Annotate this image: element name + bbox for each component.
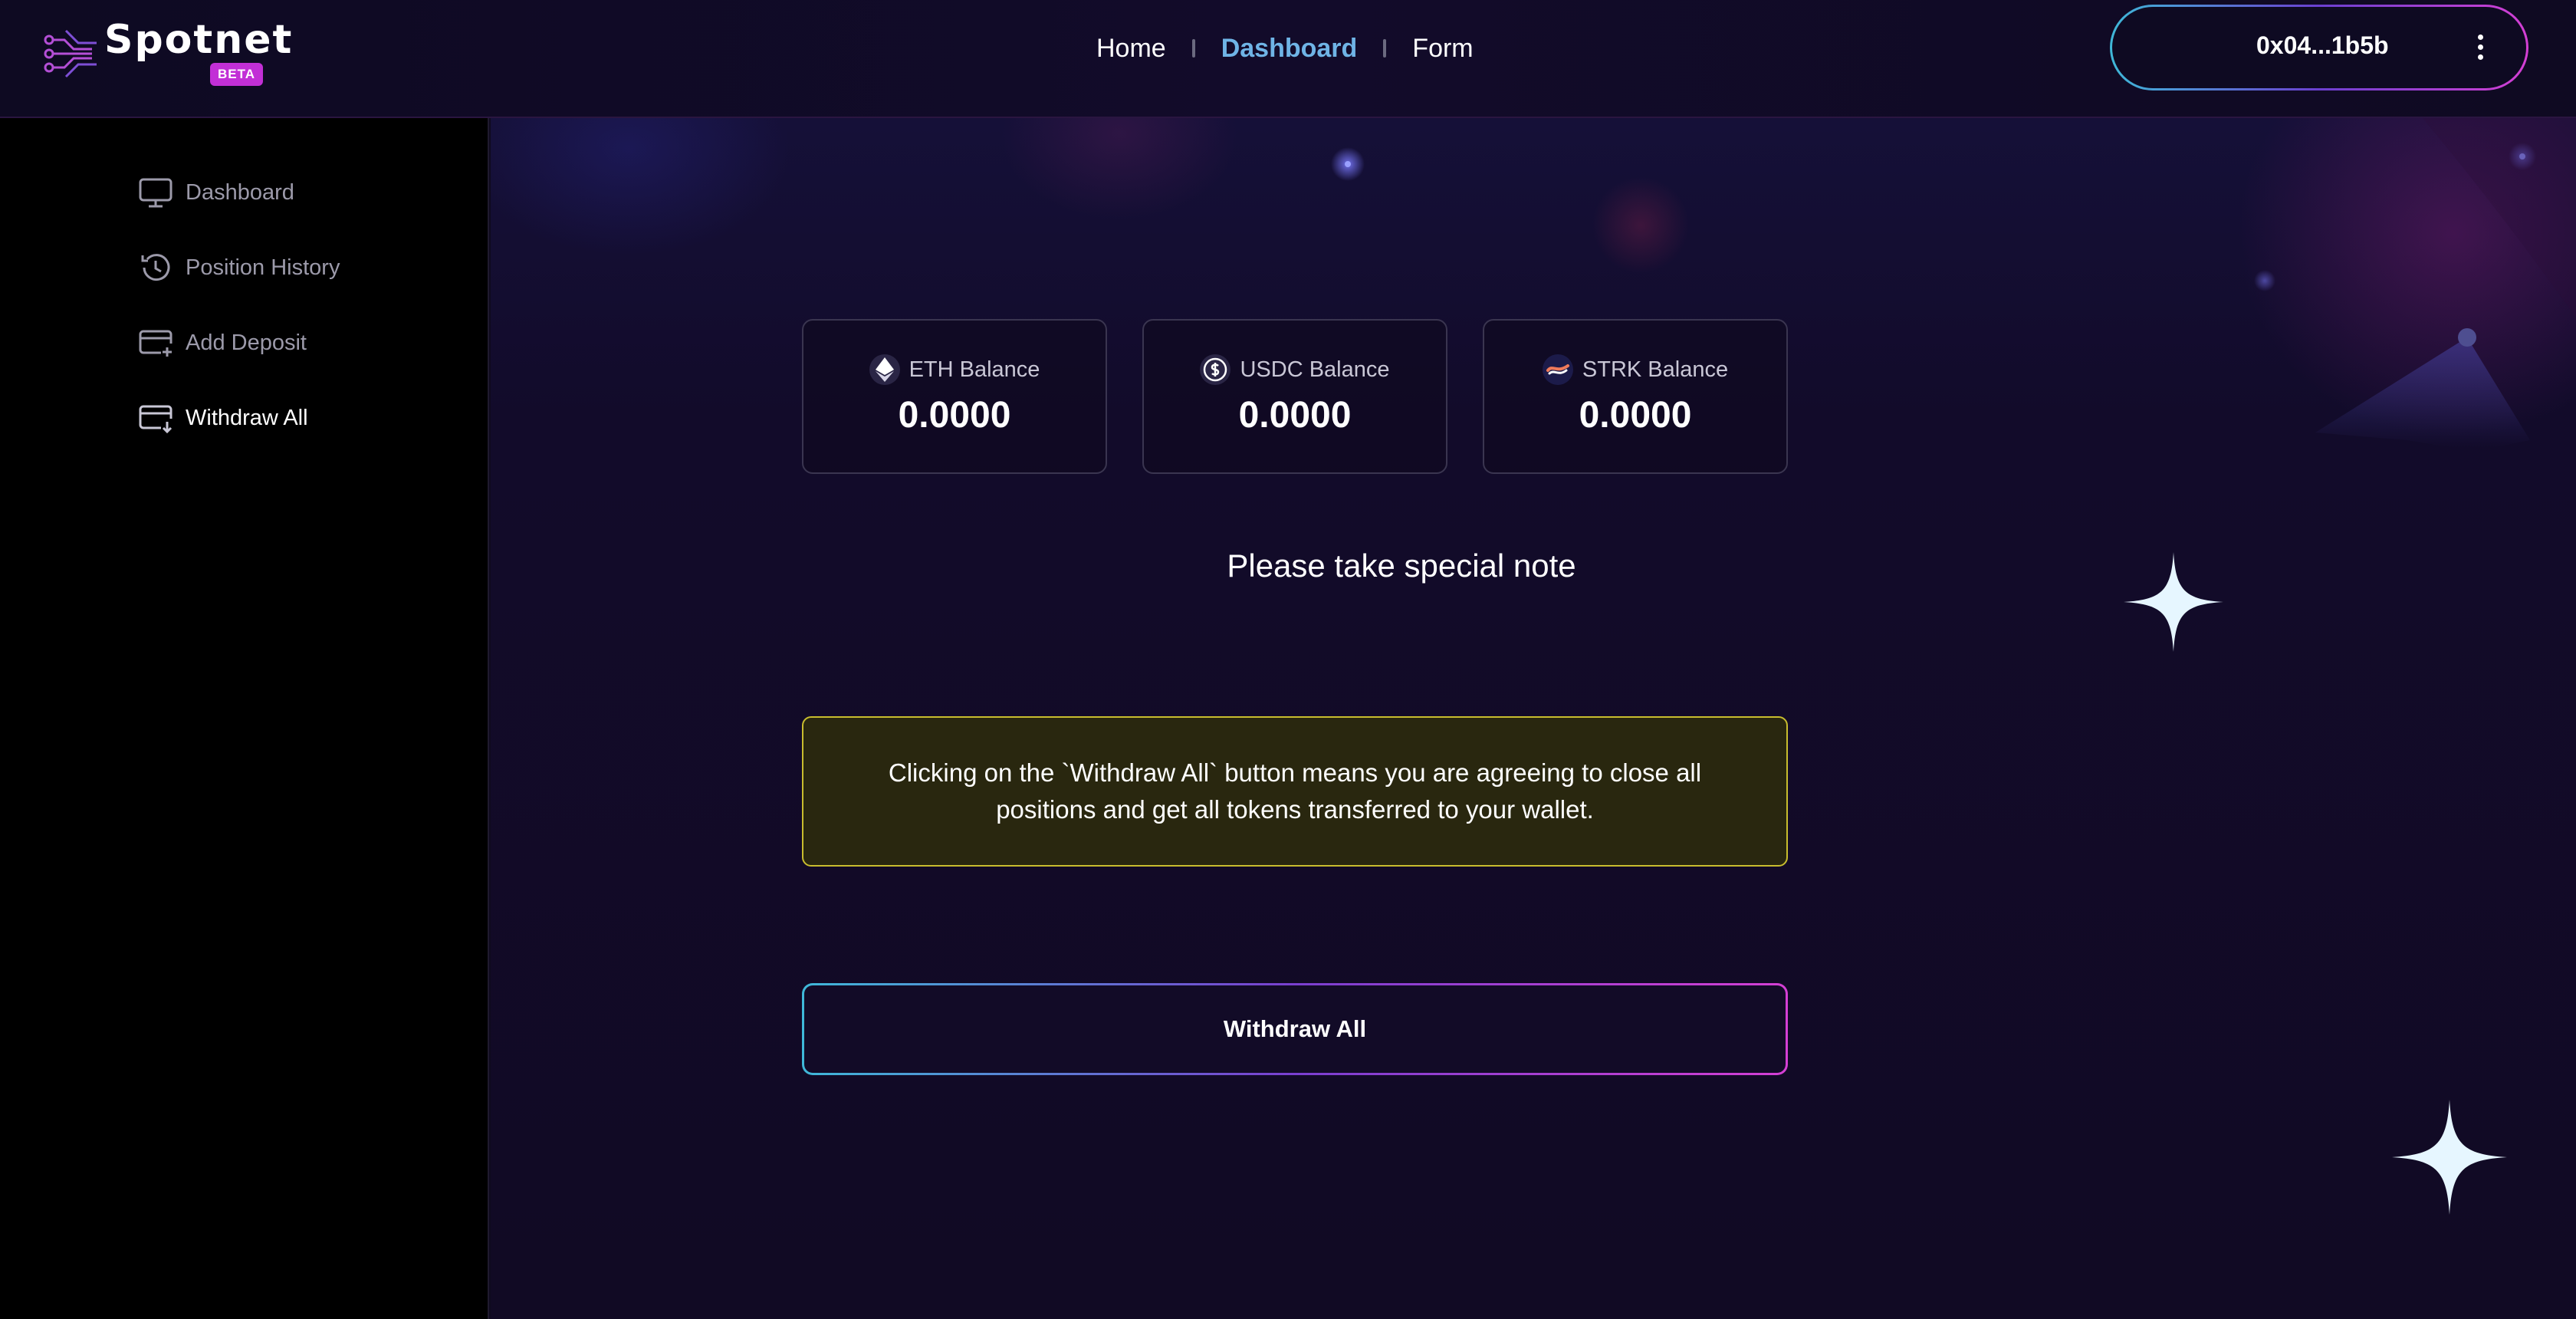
- sidebar-item-label: Withdraw All: [186, 405, 308, 430]
- balance-label: ETH Balance: [909, 357, 1040, 382]
- usdc-icon: [1200, 354, 1231, 385]
- main-nav: Home Dashboard Form: [1096, 28, 1474, 69]
- eth-icon: [869, 354, 900, 385]
- card-withdraw-icon: [139, 405, 172, 434]
- sidebar-item-withdraw-all[interactable]: Withdraw All: [138, 399, 308, 437]
- nav-divider: [1191, 39, 1195, 58]
- wallet-address: 0x04...1b5b: [2256, 31, 2389, 59]
- nav-home[interactable]: Home: [1096, 34, 1166, 64]
- balance-label: STRK Balance: [1582, 357, 1729, 382]
- eth-balance-card: ETH Balance 0.0000: [802, 319, 1107, 474]
- monitor-icon: [139, 178, 172, 208]
- beta-badge: BETA: [210, 63, 264, 86]
- sidebar-item-label: Position History: [186, 255, 340, 280]
- top-header: Spotnet BETA Home Dashboard Form 0x04...…: [0, 0, 2576, 118]
- balance-value: 0.0000: [1238, 395, 1352, 436]
- sparkle-icon: [2392, 1100, 2507, 1215]
- sidebar: Dashboard Position History Add Deposit W…: [0, 118, 489, 1319]
- more-vertical-icon[interactable]: [2465, 27, 2496, 67]
- note-title: Please take special note: [1227, 548, 1576, 584]
- warning-box: Clicking on the `Withdraw All` button me…: [802, 716, 1788, 867]
- strk-icon: [1542, 354, 1573, 385]
- sidebar-item-label: Add Deposit: [186, 330, 307, 355]
- strk-balance-card: STRK Balance 0.0000: [1483, 319, 1788, 474]
- balance-label: USDC Balance: [1240, 357, 1390, 382]
- circuit-logo-icon: [44, 29, 97, 78]
- sidebar-item-position-history[interactable]: Position History: [138, 248, 340, 287]
- main-content: ETH Balance 0.0000 USDC Balance 0.0000 S…: [491, 118, 2576, 1319]
- wallet-button[interactable]: 0x04...1b5b: [2110, 5, 2528, 90]
- withdraw-all-button[interactable]: Withdraw All: [802, 983, 1788, 1075]
- nav-divider: [1383, 39, 1387, 58]
- history-icon: [141, 254, 170, 281]
- sidebar-item-dashboard[interactable]: Dashboard: [138, 173, 294, 212]
- logo-text: Spotnet: [104, 17, 294, 63]
- sidebar-item-label: Dashboard: [186, 179, 294, 205]
- balance-value: 0.0000: [898, 395, 1011, 436]
- usdc-balance-card: USDC Balance 0.0000: [1142, 319, 1447, 474]
- sidebar-item-add-deposit[interactable]: Add Deposit: [138, 324, 307, 362]
- logo[interactable]: Spotnet BETA: [43, 17, 291, 90]
- nav-dashboard[interactable]: Dashboard: [1221, 34, 1358, 64]
- card-plus-icon: [139, 330, 172, 357]
- nav-form[interactable]: Form: [1412, 34, 1473, 64]
- sparkle-icon: [2124, 552, 2223, 652]
- balance-value: 0.0000: [1579, 395, 1692, 436]
